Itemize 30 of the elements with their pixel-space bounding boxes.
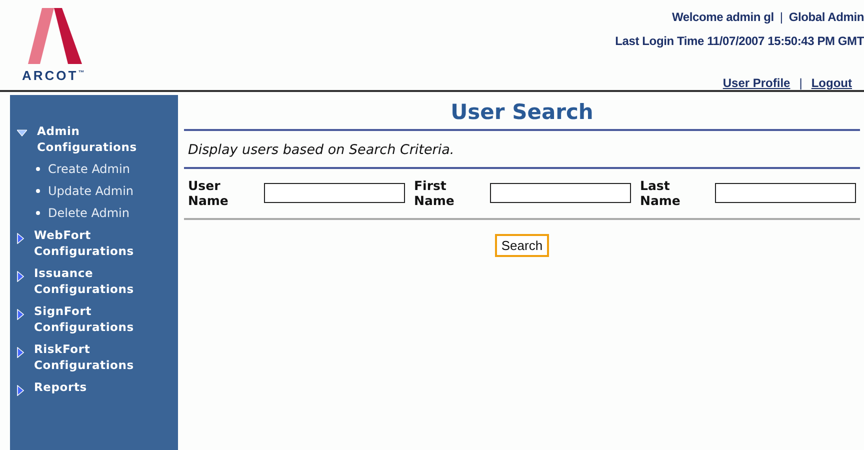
logo-mark-icon bbox=[28, 8, 82, 64]
separator: | bbox=[780, 10, 783, 24]
sidebar-subitem[interactable]: Update Admin bbox=[48, 184, 134, 198]
sidebar-item[interactable]: Reports bbox=[34, 379, 174, 395]
input-field[interactable] bbox=[715, 183, 856, 203]
header-link[interactable]: User Profile bbox=[722, 76, 790, 90]
description-text: Display users based on Search Criteria. bbox=[187, 141, 456, 160]
input-field[interactable] bbox=[264, 183, 405, 203]
field-label: First Name bbox=[414, 178, 456, 208]
input-field[interactable] bbox=[490, 183, 631, 203]
sidebar-item[interactable]: Issuance Configurations bbox=[34, 265, 174, 297]
search-button[interactable]: Search bbox=[495, 234, 549, 257]
field-label: User Name bbox=[188, 178, 230, 208]
sidebar-subitem[interactable]: Delete Admin bbox=[48, 206, 130, 220]
sidebar-item[interactable]: SignFort Configurations bbox=[34, 303, 174, 335]
sidebar-subitem[interactable]: Create Admin bbox=[48, 162, 130, 176]
role-text: Global Admin bbox=[788, 10, 864, 24]
bullet-icon bbox=[36, 167, 40, 171]
last-login-text: Last Login Time 11/07/2007 15:50:43 PM GMT bbox=[615, 34, 864, 48]
separator: | bbox=[799, 76, 802, 90]
sidebar-item[interactable]: WebFort Configurations bbox=[34, 227, 174, 259]
bullet-icon bbox=[36, 211, 40, 215]
page-title: User Search bbox=[450, 100, 594, 126]
welcome-text: Welcome admin gl bbox=[672, 10, 774, 24]
sidebar-item[interactable]: RiskFort Configurations bbox=[34, 341, 174, 373]
bullet-icon bbox=[36, 189, 40, 193]
sidebar-item[interactable]: Admin Configurations bbox=[37, 123, 177, 155]
logo-text: ARCOT$^{™}$ bbox=[22, 68, 84, 83]
field-label: Last Name bbox=[640, 178, 682, 208]
header-link[interactable]: Logout bbox=[811, 76, 852, 90]
